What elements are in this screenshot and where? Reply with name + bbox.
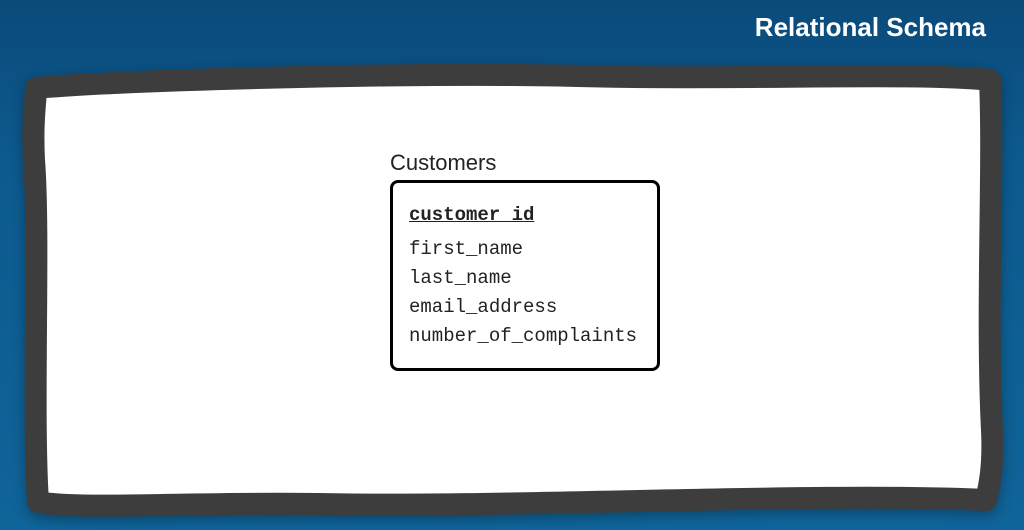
table-fields-box: customer_id first_name last_name email_a… xyxy=(390,180,660,371)
schema-table-customers: Customers customer_id first_name last_na… xyxy=(390,150,660,371)
field-item: first_name xyxy=(409,238,637,260)
field-item: email_address xyxy=(409,296,637,318)
field-item: last_name xyxy=(409,267,637,289)
page-title: Relational Schema xyxy=(755,12,986,43)
board-content: Customers customer_id first_name last_na… xyxy=(60,90,960,490)
field-item: number_of_complaints xyxy=(409,325,637,347)
field-primary-key: customer_id xyxy=(409,204,637,226)
table-name-label: Customers xyxy=(390,150,660,176)
